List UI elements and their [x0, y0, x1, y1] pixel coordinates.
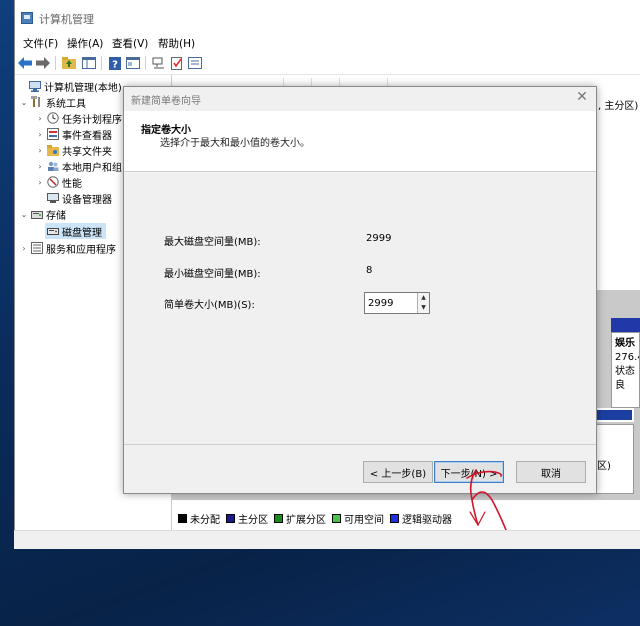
status-bar [14, 530, 640, 549]
